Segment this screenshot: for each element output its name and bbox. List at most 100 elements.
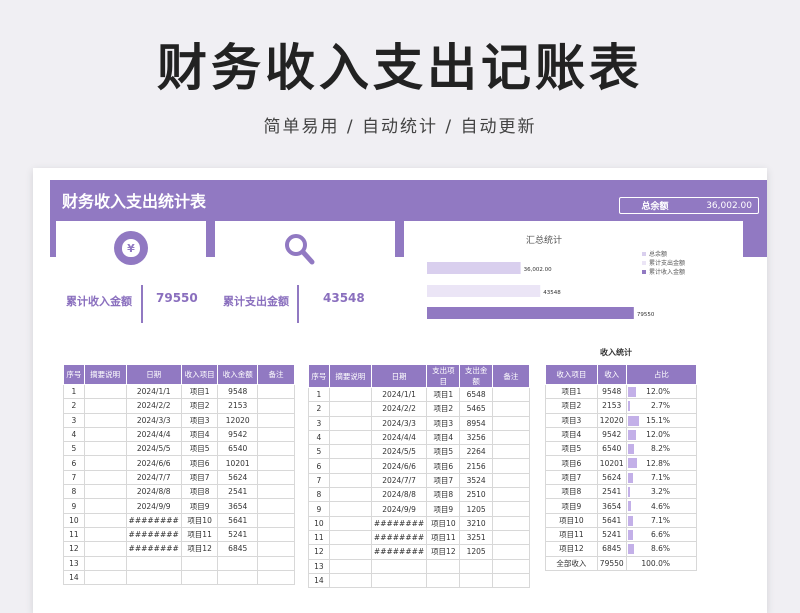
table-cell[interactable]: 9	[308, 501, 330, 517]
table-cell[interactable]	[328, 401, 372, 417]
table-cell[interactable]: 5	[63, 441, 85, 457]
table-cell[interactable]: 8	[308, 487, 330, 503]
table-cell[interactable]: 项目3	[545, 412, 598, 428]
table-cell[interactable]	[257, 526, 295, 543]
table-cell[interactable]	[257, 484, 295, 500]
table-cell[interactable]	[491, 544, 531, 560]
table-cell[interactable]: 12.0%	[625, 426, 698, 443]
table-cell[interactable]: 2024/6/6	[370, 458, 428, 474]
table-cell[interactable]: 3654	[596, 498, 627, 514]
table-cell[interactable]: 12020	[217, 412, 259, 428]
table-cell[interactable]: 7.1%	[625, 469, 698, 486]
table-cell[interactable]: 10201	[596, 455, 627, 471]
column-header[interactable]: 摘要说明	[328, 364, 372, 388]
table-cell[interactable]: 6	[308, 458, 330, 474]
table-cell[interactable]: 3524	[459, 472, 493, 489]
column-header[interactable]: 收入项目	[180, 364, 219, 385]
table-cell[interactable]: 3	[308, 415, 330, 431]
table-cell[interactable]: 6845	[596, 541, 627, 557]
table-cell[interactable]: 项目8	[545, 484, 598, 500]
table-cell[interactable]: 6	[63, 455, 85, 471]
table-cell[interactable]	[83, 469, 127, 486]
table-cell[interactable]	[370, 572, 428, 589]
table-cell[interactable]: 项目6	[426, 458, 461, 474]
table-cell[interactable]	[83, 484, 127, 500]
table-cell[interactable]: 5641	[217, 512, 259, 528]
table-cell[interactable]: 项目5	[545, 441, 598, 457]
table-cell[interactable]	[426, 558, 461, 574]
table-cell[interactable]: 2.7%	[625, 398, 698, 414]
column-header[interactable]: 备注	[491, 364, 531, 388]
table-cell[interactable]: 项目9	[545, 498, 598, 514]
table-cell[interactable]: 2541	[596, 484, 627, 500]
table-cell[interactable]: 项目10	[426, 515, 461, 531]
table-cell[interactable]	[257, 383, 295, 400]
table-cell[interactable]: 项目5	[426, 444, 461, 460]
table-cell[interactable]: 12	[63, 541, 85, 557]
table-cell[interactable]: 4	[308, 429, 330, 446]
column-header[interactable]: 摘要说明	[83, 364, 127, 385]
table-cell[interactable]: 2541	[217, 484, 259, 500]
table-cell[interactable]	[491, 472, 531, 489]
table-cell[interactable]: 5241	[596, 526, 627, 543]
table-cell[interactable]: 5241	[217, 526, 259, 543]
table-cell[interactable]: 10	[63, 512, 85, 528]
table-cell[interactable]	[328, 529, 372, 546]
table-cell[interactable]: 项目10	[180, 512, 219, 528]
table-cell[interactable]	[328, 515, 372, 531]
table-cell[interactable]: 79550	[596, 555, 627, 571]
table-cell[interactable]	[491, 386, 531, 403]
table-cell[interactable]: ########	[370, 529, 428, 546]
table-cell[interactable]: 2153	[596, 398, 627, 414]
table-cell[interactable]	[257, 469, 295, 486]
table-cell[interactable]	[491, 458, 531, 474]
table-cell[interactable]: 项目1	[180, 383, 219, 400]
table-cell[interactable]: 9542	[217, 426, 259, 443]
table-cell[interactable]: 6.6%	[625, 526, 698, 543]
table-cell[interactable]: 2024/6/6	[125, 455, 182, 471]
table-cell[interactable]: 10201	[217, 455, 259, 471]
table-cell[interactable]	[426, 572, 461, 589]
table-cell[interactable]: 项目9	[426, 501, 461, 517]
table-cell[interactable]: 3251	[459, 529, 493, 546]
table-cell[interactable]: 项目4	[545, 426, 598, 443]
table-cell[interactable]	[370, 558, 428, 574]
table-cell[interactable]: 6548	[459, 386, 493, 403]
table-cell[interactable]	[491, 501, 531, 517]
table-cell[interactable]: 2024/3/3	[370, 415, 428, 431]
table-cell[interactable]	[217, 555, 259, 571]
table-cell[interactable]: 15.1%	[625, 412, 698, 428]
table-cell[interactable]: 项目5	[180, 441, 219, 457]
column-header[interactable]: 支出项目	[426, 364, 461, 388]
table-cell[interactable]: 2024/8/8	[125, 484, 182, 500]
table-cell[interactable]	[180, 569, 219, 586]
table-cell[interactable]	[328, 501, 372, 517]
table-cell[interactable]: 2024/2/2	[125, 398, 182, 414]
column-header[interactable]: 日期	[370, 364, 428, 388]
column-header[interactable]: 备注	[257, 364, 295, 385]
table-cell[interactable]: 项目2	[545, 398, 598, 414]
table-cell[interactable]	[257, 398, 295, 414]
table-cell[interactable]: ########	[370, 515, 428, 531]
table-cell[interactable]: 12.8%	[625, 455, 698, 471]
table-cell[interactable]	[180, 555, 219, 571]
table-cell[interactable]: 14	[308, 572, 330, 589]
table-cell[interactable]: 3210	[459, 515, 493, 531]
table-cell[interactable]: 4.6%	[625, 498, 698, 514]
table-cell[interactable]: 7	[63, 469, 85, 486]
table-cell[interactable]: 2024/5/5	[125, 441, 182, 457]
table-cell[interactable]: 项目1	[545, 383, 598, 400]
table-cell[interactable]: 项目8	[426, 487, 461, 503]
table-cell[interactable]: 全部收入	[545, 555, 598, 571]
table-cell[interactable]: 项目10	[545, 512, 598, 528]
table-cell[interactable]: 项目7	[180, 469, 219, 486]
table-cell[interactable]: 11	[308, 529, 330, 546]
table-cell[interactable]: 2024/4/4	[370, 429, 428, 446]
table-cell[interactable]: 5641	[596, 512, 627, 528]
table-cell[interactable]	[257, 426, 295, 443]
table-cell[interactable]	[491, 572, 531, 589]
table-cell[interactable]: 项目7	[426, 472, 461, 489]
table-cell[interactable]: 9	[63, 498, 85, 514]
table-cell[interactable]: 项目11	[426, 529, 461, 546]
table-cell[interactable]: ########	[370, 544, 428, 560]
